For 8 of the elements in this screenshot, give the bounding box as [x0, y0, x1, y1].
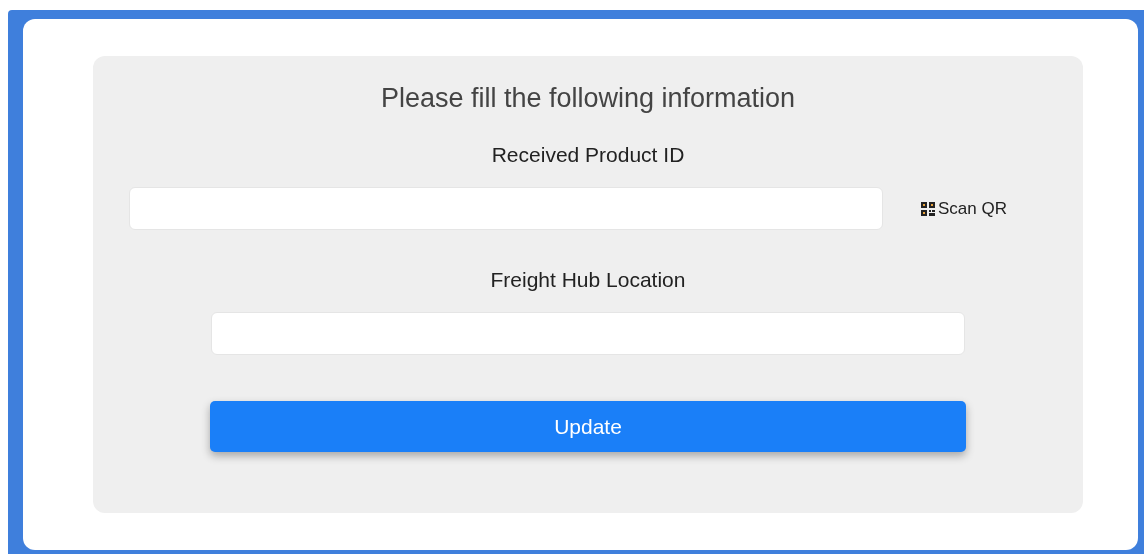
scan-qr-button[interactable]: Scan QR [921, 195, 1007, 222]
field-label: Received Product ID [491, 142, 685, 168]
text-field[interactable] [211, 312, 965, 355]
form-title: Please fill the following information [380, 82, 796, 115]
qr-code-icon [921, 201, 935, 216]
field-label: Freight Hub Location [490, 267, 686, 293]
text-field[interactable] [129, 187, 883, 230]
update-button[interactable]: Update [210, 401, 966, 452]
